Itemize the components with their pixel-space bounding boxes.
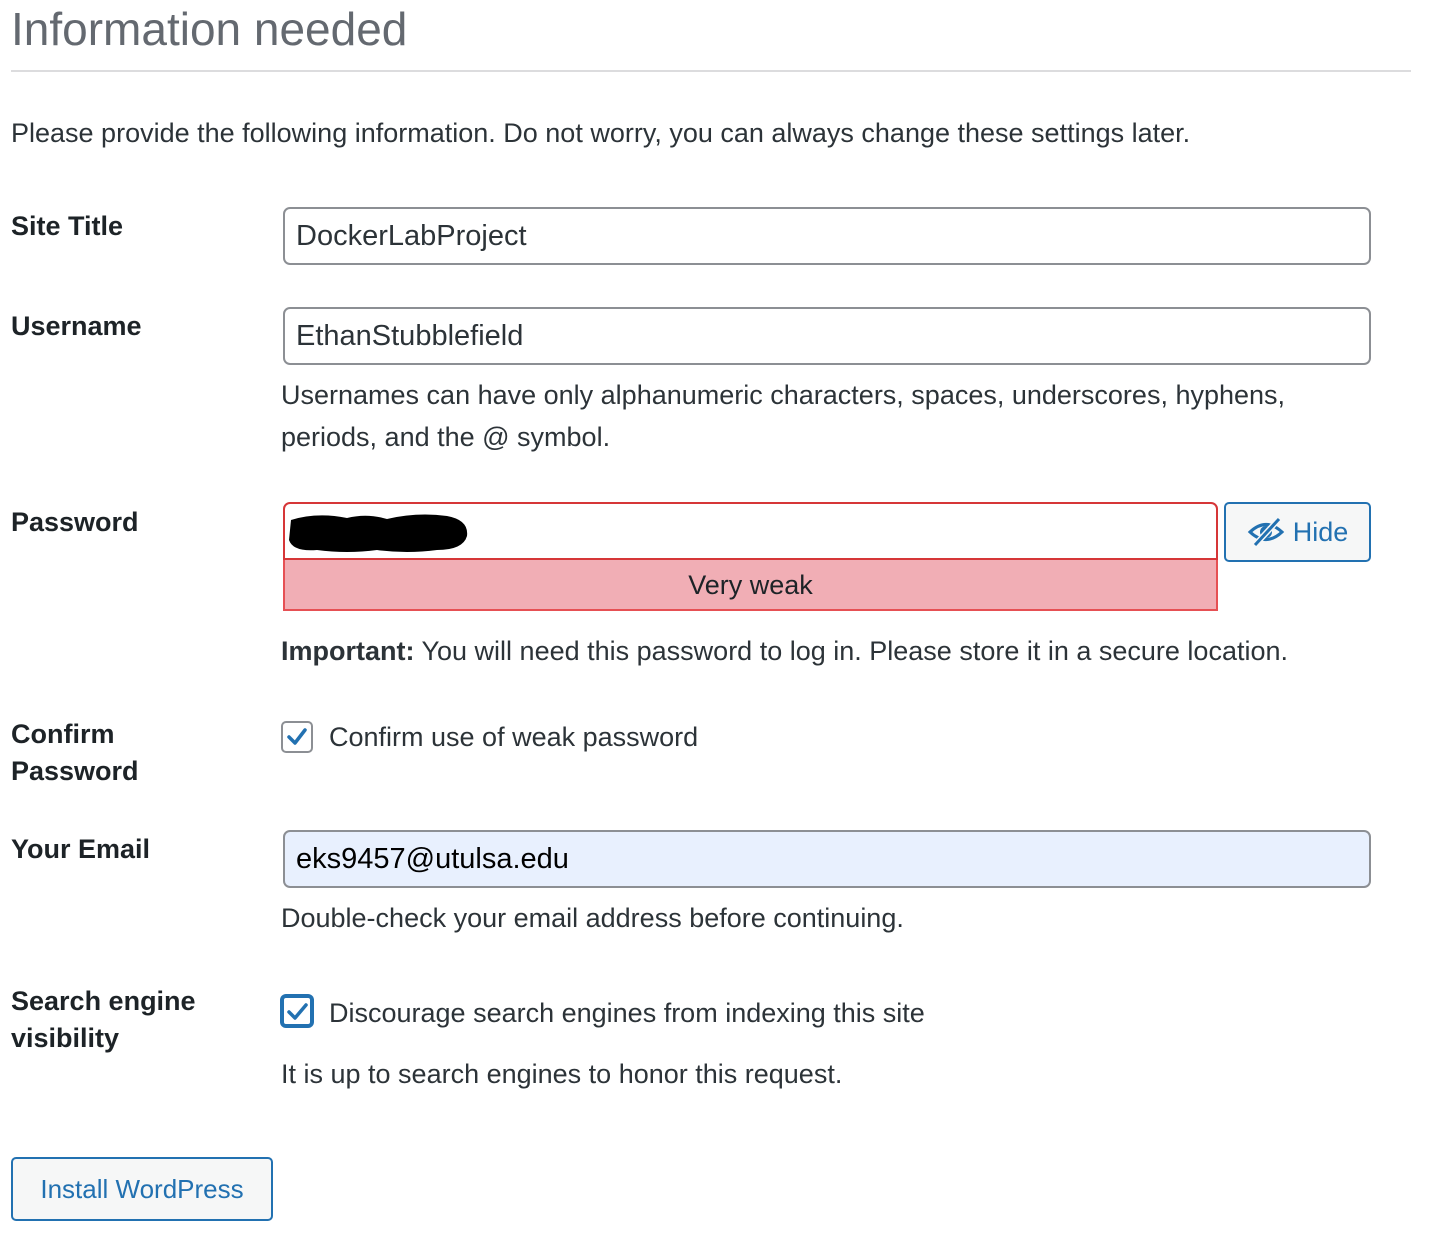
username-description-line2: periods, and the @ symbol. <box>281 422 611 452</box>
username-label: Username <box>11 311 142 341</box>
hide-password-button[interactable]: Hide <box>1224 502 1371 562</box>
search-visibility-description: It is up to search engines to honor this… <box>281 1059 843 1089</box>
important-label: Important: <box>281 636 415 666</box>
email-label: Your Email <box>11 834 151 864</box>
search-visibility-label: Search engine visibility <box>11 983 196 1057</box>
confirm-password-label-line2: Password <box>11 756 139 786</box>
checkmark-icon <box>287 1003 308 1020</box>
password-input[interactable] <box>283 502 1218 560</box>
search-visibility-label-line1: Search engine <box>11 986 196 1016</box>
confirm-weak-password-label[interactable]: Confirm use of weak password <box>329 718 698 756</box>
install-wordpress-button[interactable]: Install WordPress <box>11 1157 273 1221</box>
discourage-search-engines-checkbox[interactable] <box>281 995 313 1027</box>
confirm-password-label-line1: Confirm <box>11 719 115 749</box>
confirm-password-label: Confirm Password <box>11 716 139 790</box>
install-form-page: Information needed Please provide the fo… <box>0 0 1432 1252</box>
site-title-label: Site Title <box>11 211 124 241</box>
checkmark-icon <box>287 728 307 745</box>
password-strength-indicator: Very weak <box>283 560 1218 611</box>
email-input[interactable] <box>283 830 1371 888</box>
confirm-weak-password-checkbox[interactable] <box>281 721 313 753</box>
redaction-mark <box>289 514 468 552</box>
search-visibility-label-line2: visibility <box>11 1023 120 1053</box>
page-title: Information needed <box>11 3 408 55</box>
discourage-search-engines-label[interactable]: Discourage search engines from indexing … <box>329 994 925 1032</box>
site-title-input[interactable] <box>283 207 1371 265</box>
username-input[interactable] <box>283 307 1371 365</box>
username-description-line1: Usernames can have only alphanumeric cha… <box>281 380 1286 410</box>
eye-slash-icon <box>1247 517 1284 547</box>
intro-text: Please provide the following information… <box>11 118 1191 148</box>
email-description: Double-check your email address before c… <box>281 903 904 933</box>
important-text: You will need this password to log in. P… <box>414 636 1288 666</box>
heading-divider <box>11 70 1411 72</box>
password-important-note: Important: You will need this password t… <box>281 630 1288 672</box>
username-description: Usernames can have only alphanumeric cha… <box>281 374 1285 458</box>
hide-button-label: Hide <box>1292 516 1349 547</box>
password-label: Password <box>11 507 139 537</box>
